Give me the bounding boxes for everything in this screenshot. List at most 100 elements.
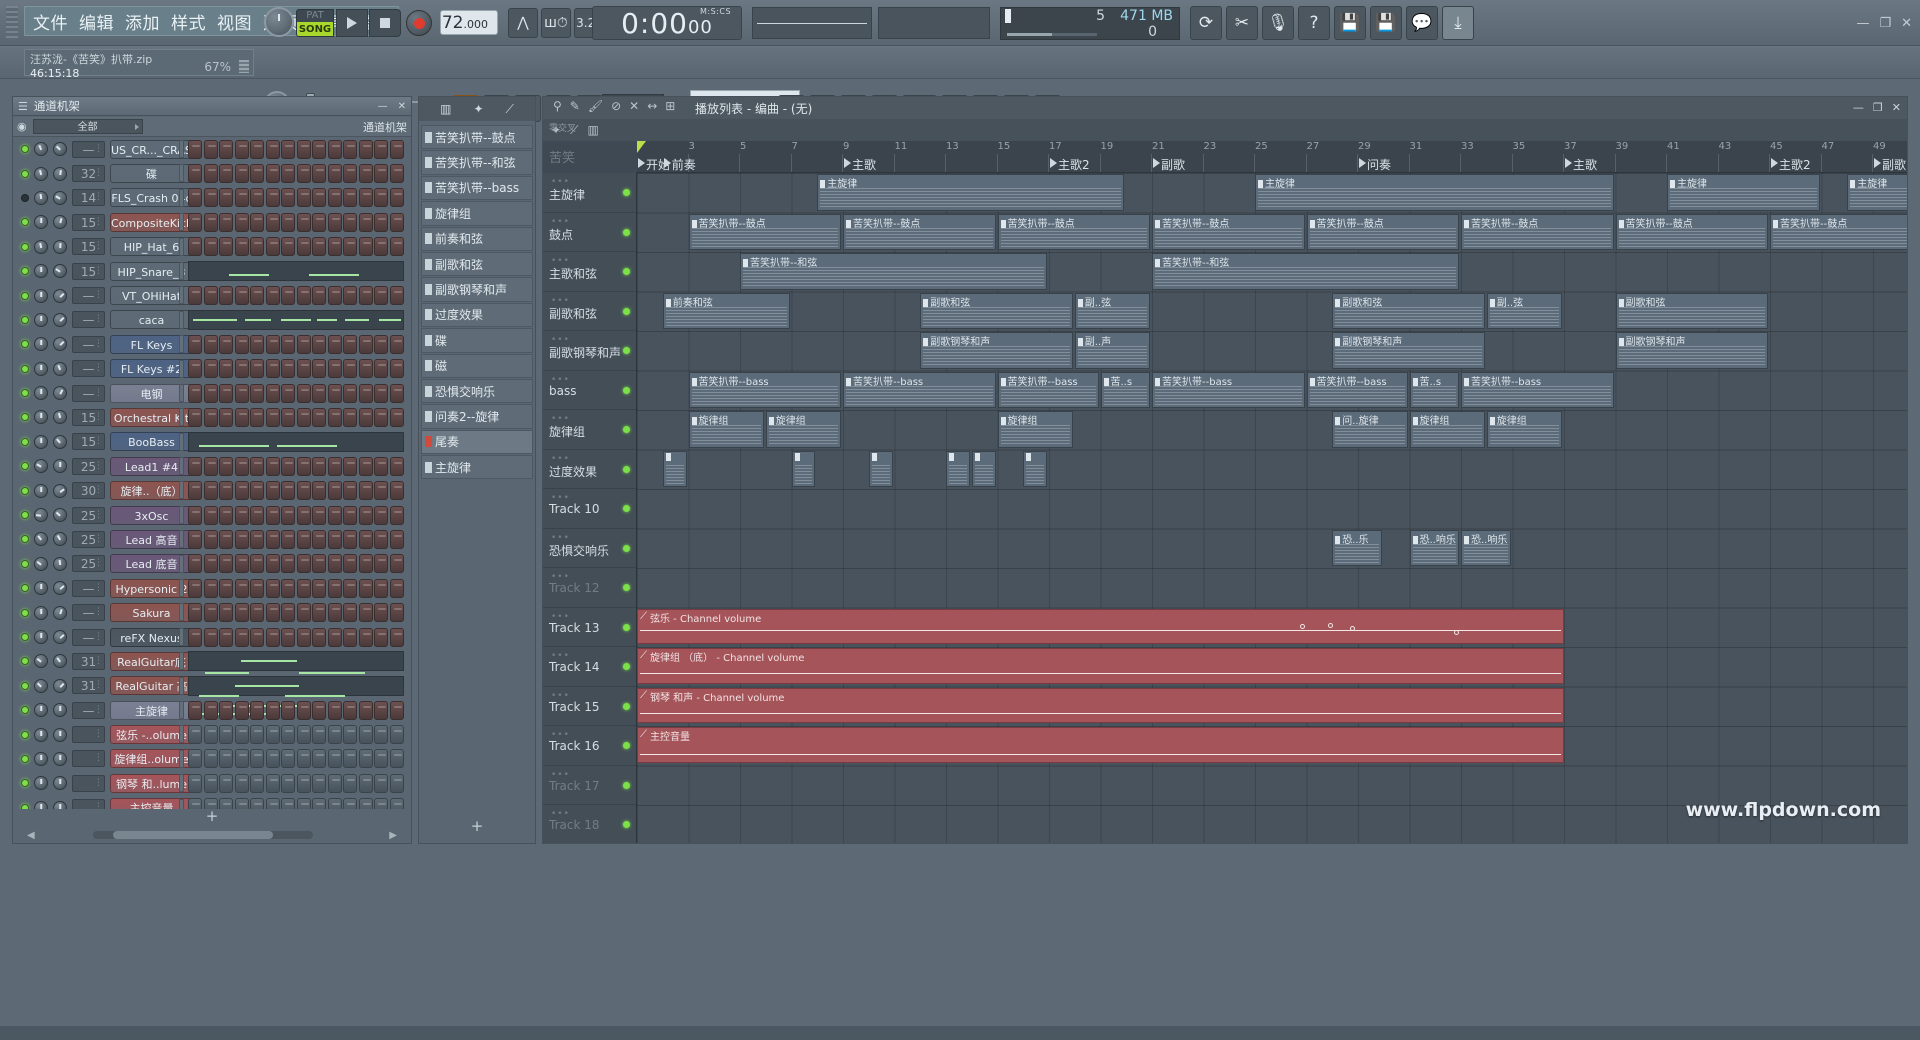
step-button[interactable] <box>219 700 233 720</box>
step-button[interactable] <box>389 188 404 208</box>
step-button[interactable] <box>312 725 326 745</box>
channel-row[interactable]: — caca <box>13 308 411 332</box>
step-button[interactable] <box>296 456 311 476</box>
step-button[interactable] <box>358 554 373 574</box>
channel-mixer-track[interactable]: 15 <box>72 238 105 256</box>
playlist-clip[interactable]: 问..旋律 <box>1332 411 1408 448</box>
step-button[interactable] <box>343 773 357 793</box>
step-button[interactable] <box>234 481 249 501</box>
delete-tool-icon[interactable]: ⊘ <box>611 99 621 114</box>
step-button[interactable] <box>265 359 280 379</box>
timeline-marker[interactable]: 主歌2 <box>1771 156 1811 172</box>
channel-row[interactable]: 30 旋律..（底） <box>13 478 411 502</box>
step-button[interactable] <box>296 578 311 598</box>
channel-mute-led[interactable] <box>21 657 29 666</box>
channel-mixer-track[interactable]: 15 <box>72 262 105 280</box>
channel-mute-led[interactable] <box>21 291 29 300</box>
playlist-clip[interactable]: 苦笑扒带--鼓点 <box>843 213 996 250</box>
playlist-track-header[interactable]: ••• Track 10 <box>543 489 636 529</box>
pencil-tool-icon[interactable]: ✎ <box>570 99 580 114</box>
playlist-clip[interactable] <box>662 450 687 487</box>
step-button[interactable] <box>343 481 357 501</box>
wait-for-input-icon[interactable]: ш⏱ <box>541 8 571 38</box>
step-button[interactable] <box>203 578 218 598</box>
step-button[interactable] <box>250 383 264 403</box>
channel-row[interactable]: — Hypersonic 2 <box>13 576 411 600</box>
playlist-clip[interactable]: 苦笑扒带--鼓点 <box>1306 213 1459 250</box>
scroll-right-arrow[interactable]: ▶ <box>389 830 397 841</box>
step-button[interactable] <box>296 627 311 647</box>
step-button[interactable] <box>374 529 388 549</box>
step-button[interactable] <box>281 749 295 769</box>
playlist-clip[interactable] <box>971 450 996 487</box>
playlist-titlebar[interactable]: ⚲ ✎ 🖌 ⊘ ✕ ↔ ⊞ ⏸ 播放列表 - 编曲 - (无) — ❐ ✕ <box>543 97 1907 119</box>
channel-volume-knob[interactable] <box>53 386 67 401</box>
step-button[interactable] <box>389 139 404 159</box>
pattern-list-item[interactable]: 磁 <box>421 353 533 378</box>
step-button[interactable] <box>327 529 342 549</box>
step-button[interactable] <box>281 603 295 623</box>
step-button[interactable] <box>188 212 202 232</box>
step-button[interactable] <box>343 725 357 745</box>
pattern-list-item[interactable]: 旋律组 <box>421 201 533 226</box>
step-button[interactable] <box>250 212 264 232</box>
step-button[interactable] <box>312 529 326 549</box>
channel-mixer-track[interactable]: 32 <box>72 165 105 183</box>
step-button[interactable] <box>358 359 373 379</box>
track-mute-led[interactable] <box>623 742 630 749</box>
step-button[interactable] <box>265 603 280 623</box>
step-button[interactable] <box>389 603 404 623</box>
channel-pan-knob[interactable] <box>34 556 48 571</box>
pattern-list-item[interactable]: 副歌钢琴和声 <box>421 277 533 302</box>
step-button[interactable] <box>219 529 233 549</box>
step-button[interactable] <box>219 749 233 769</box>
channel-pan-knob[interactable] <box>34 703 48 718</box>
channel-steps[interactable] <box>188 552 404 576</box>
playlist-clip[interactable]: 主旋律 <box>1847 174 1907 211</box>
step-button[interactable] <box>188 749 202 769</box>
channel-selector-bar[interactable] <box>179 554 184 573</box>
step-button[interactable] <box>281 481 295 501</box>
channel-row[interactable]: — 主旋律 <box>13 698 411 722</box>
playlist-clip[interactable]: 旋律组 <box>997 411 1073 448</box>
playlist-track-header[interactable]: ••• Track 13 <box>543 608 636 647</box>
step-button[interactable] <box>343 554 357 574</box>
step-button[interactable] <box>219 237 233 257</box>
channel-pan-knob[interactable] <box>34 654 48 669</box>
channel-steps[interactable] <box>188 210 404 234</box>
step-button[interactable] <box>203 529 218 549</box>
playlist-clip[interactable]: 恐..乐 <box>1332 529 1382 566</box>
channel-rack-hscrollbar[interactable] <box>93 831 313 839</box>
automation-clip[interactable]: 主控音量 <box>637 727 1564 763</box>
channel-mixer-track[interactable]: 25 <box>72 506 105 524</box>
pattern-song-switch[interactable]: PAT SONG <box>296 9 334 37</box>
track-mute-led[interactable] <box>623 268 630 275</box>
step-button[interactable] <box>203 407 218 427</box>
channel-volume-knob[interactable] <box>53 605 67 620</box>
channel-pan-knob[interactable] <box>34 678 48 693</box>
channel-steps[interactable] <box>188 747 404 771</box>
step-button[interactable] <box>389 334 404 354</box>
playlist-clip[interactable]: 苦笑扒带--bass <box>843 371 996 408</box>
step-button[interactable] <box>343 749 357 769</box>
channel-mute-led[interactable] <box>21 559 29 568</box>
playlist-clip[interactable]: 苦笑扒带--鼓点 <box>997 213 1150 250</box>
channel-pan-knob[interactable] <box>34 605 48 620</box>
channel-mute-led[interactable] <box>21 340 29 349</box>
step-button[interactable] <box>343 212 357 232</box>
step-button[interactable] <box>281 773 295 793</box>
channel-mute-led[interactable] <box>21 535 29 544</box>
step-button[interactable] <box>327 603 342 623</box>
step-button[interactable] <box>374 212 388 232</box>
step-button[interactable] <box>312 627 326 647</box>
step-button[interactable] <box>203 554 218 574</box>
step-button[interactable] <box>234 212 249 232</box>
step-button[interactable] <box>343 164 357 184</box>
step-button[interactable] <box>358 749 373 769</box>
step-button[interactable] <box>234 627 249 647</box>
channel-mixer-track[interactable]: — <box>72 579 105 597</box>
step-button[interactable] <box>281 554 295 574</box>
step-button[interactable] <box>203 603 218 623</box>
step-button[interactable] <box>203 188 218 208</box>
channel-pan-knob[interactable] <box>34 508 48 523</box>
